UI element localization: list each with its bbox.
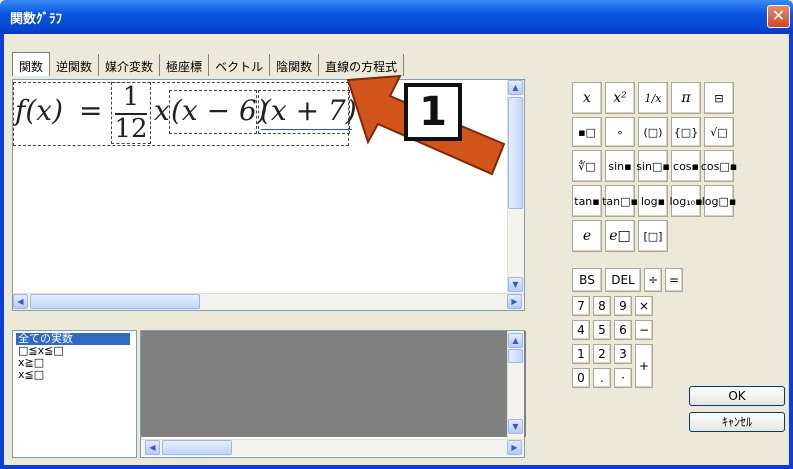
key-plus[interactable]: +	[635, 344, 653, 388]
tab-function[interactable]: 関数	[12, 52, 51, 76]
key-6[interactable]: 6	[614, 320, 632, 340]
scroll-down-button[interactable]: ▼	[508, 277, 523, 292]
symbol-palette: x x² 1/x π ⊟ ▪□ ∘ (□) {□} √□ ∜□ sin▪ sin…	[572, 82, 790, 462]
editor-horizontal-scrollbar[interactable]: ◀ ▶	[13, 293, 524, 310]
tab-vector[interactable]: ベクトル	[209, 54, 271, 76]
scroll-thumb[interactable]	[508, 349, 523, 363]
domain-listbox[interactable]: 全ての実数 □≦x≦□ x≧□ x≦□	[12, 330, 137, 458]
formula-lhs: f(x)	[15, 94, 64, 127]
key-0[interactable]: 0	[572, 368, 590, 388]
key-brackets[interactable]: [□]	[638, 220, 668, 252]
formula-factor-2[interactable]: (x + 7)	[260, 82, 357, 144]
formula-equals: =	[79, 94, 103, 127]
preview-horizontal-scrollbar[interactable]: ◀ ▶	[141, 439, 524, 456]
key-nth-root[interactable]: ∜□	[572, 150, 602, 182]
key-equals[interactable]: =	[665, 268, 683, 292]
key-e[interactable]: e	[572, 220, 602, 252]
key-2[interactable]: 2	[593, 344, 611, 364]
key-8[interactable]: 8	[593, 296, 611, 316]
key-x[interactable]: x	[572, 82, 602, 114]
formula-variable: x	[154, 94, 170, 127]
key-4[interactable]: 4	[572, 320, 590, 340]
key-fraction-template[interactable]: ⊟	[704, 82, 734, 114]
key-reciprocal[interactable]: 1/x	[638, 82, 668, 114]
key-cos[interactable]: cos▪	[671, 150, 701, 182]
tab-line-equation[interactable]: 直線の方程式	[319, 54, 405, 76]
dialog-window: 関数ｸﾞﾗﾌ ✕ 関数 逆関数 媒介変数 極座標 ベクトル 陰関数 直線の方程式…	[0, 0, 793, 469]
key-backspace[interactable]: BS	[572, 268, 602, 292]
key-parentheses[interactable]: (□)	[638, 117, 668, 147]
text-cursor	[261, 129, 352, 130]
scroll-up-button[interactable]: ▲	[508, 333, 523, 348]
scroll-right-button[interactable]: ▶	[507, 294, 522, 309]
key-sin[interactable]: sin▪	[605, 150, 635, 182]
scroll-thumb[interactable]	[162, 440, 232, 455]
key-power-template[interactable]: ▪□	[572, 117, 602, 147]
key-7[interactable]: 7	[572, 296, 590, 316]
key-3[interactable]: 3	[614, 344, 632, 364]
key-minus[interactable]: −	[635, 320, 653, 340]
key-decimal-point[interactable]: .	[593, 368, 611, 388]
cancel-button[interactable]: ｷｬﾝｾﾙ	[689, 412, 785, 432]
scroll-down-button[interactable]: ▼	[508, 419, 523, 434]
graph-preview-panel: ▲ ▼ ◀ ▶	[140, 330, 526, 458]
key-x-squared[interactable]: x²	[605, 82, 635, 114]
key-square-root[interactable]: √□	[704, 117, 734, 147]
scroll-left-button[interactable]: ◀	[145, 440, 160, 455]
close-button[interactable]: ✕	[767, 5, 790, 28]
tab-implicit[interactable]: 陰関数	[270, 54, 320, 76]
title-bar[interactable]: 関数ｸﾞﾗﾌ ✕	[0, 0, 793, 34]
key-tan[interactable]: tan▪	[572, 185, 602, 217]
tab-strip: 関数 逆関数 媒介変数 極座標 ベクトル 陰関数 直線の方程式	[12, 52, 405, 76]
key-log-base[interactable]: log□▪	[702, 185, 736, 217]
key-middle-dot[interactable]: ·	[614, 368, 632, 388]
formula-factor-1[interactable]: (x − 6)	[171, 82, 268, 144]
key-tan-power[interactable]: tan□▪	[602, 185, 638, 217]
tab-polar[interactable]: 極座標	[160, 54, 210, 76]
scroll-right-button[interactable]: ▶	[507, 440, 522, 455]
key-multiply[interactable]: ×	[635, 296, 653, 316]
callout-number-badge: 1	[404, 83, 462, 141]
fraction-numerator[interactable]: 1	[111, 82, 151, 112]
preview-vertical-scrollbar[interactable]: ▲ ▼	[507, 331, 524, 439]
scroll-thumb[interactable]	[30, 294, 200, 309]
domain-option-x-leq[interactable]: x≦□	[16, 369, 46, 381]
key-1[interactable]: 1	[572, 344, 590, 364]
scroll-left-button[interactable]: ◀	[13, 294, 28, 309]
key-log[interactable]: log▪	[638, 185, 668, 217]
ok-button[interactable]: OK	[689, 386, 785, 406]
key-delete[interactable]: DEL	[605, 268, 641, 292]
key-cos-power[interactable]: cos□▪	[701, 150, 737, 182]
key-braces[interactable]: {□}	[671, 117, 701, 147]
key-degree[interactable]: ∘	[605, 117, 635, 147]
tab-inverse-function[interactable]: 逆関数	[50, 54, 100, 76]
key-log10[interactable]: log₁₀▪	[669, 185, 703, 217]
formula-fraction[interactable]: 1 12	[111, 82, 151, 144]
key-pi[interactable]: π	[671, 82, 701, 114]
preview-canvas	[141, 331, 526, 437]
window-title: 関数ｸﾞﾗﾌ	[10, 12, 63, 27]
dialog-body: 関数 逆関数 媒介変数 極座標 ベクトル 陰関数 直線の方程式 f(x) = 1…	[4, 34, 789, 465]
key-sin-power[interactable]: sin□▪	[636, 150, 670, 182]
key-divide[interactable]: ÷	[644, 268, 662, 292]
tab-parametric[interactable]: 媒介変数	[99, 54, 161, 76]
key-e-power[interactable]: e□	[605, 220, 635, 252]
fraction-denominator[interactable]: 12	[111, 115, 151, 144]
key-9[interactable]: 9	[614, 296, 632, 316]
key-5[interactable]: 5	[593, 320, 611, 340]
